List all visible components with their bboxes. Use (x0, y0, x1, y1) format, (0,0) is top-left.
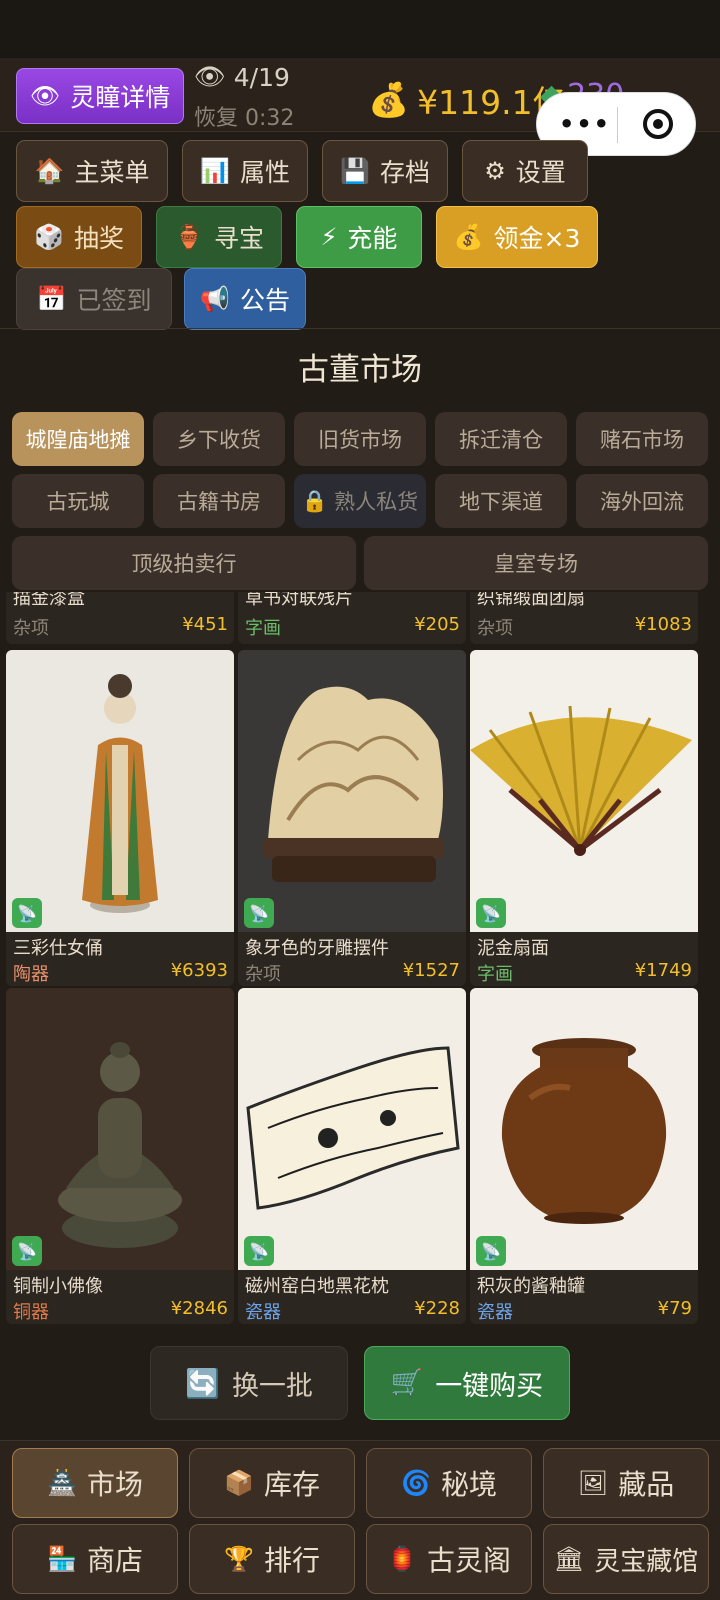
item-card[interactable]: 📡 泥金扇面 字画 ¥1749 (470, 650, 698, 986)
divider (0, 328, 720, 329)
chart-icon: 📊 (200, 157, 230, 185)
close-record-icon[interactable] (643, 109, 673, 139)
refresh-button[interactable]: 🔄 换一批 (150, 1346, 348, 1420)
list-item[interactable]: 描金漆盒 杂项 ¥451 (6, 592, 234, 644)
tab-market-5[interactable]: 古玩城 (12, 474, 144, 528)
tab-market-0[interactable]: 城隍庙地摊 (12, 412, 144, 466)
page-title: 古董市场 (298, 352, 422, 388)
item-card[interactable]: 📡 三彩仕女俑 陶器 ¥6393 (6, 650, 234, 986)
realm-icon: 🌀 (401, 1469, 431, 1497)
tab-market-9[interactable]: 海外回流 (576, 474, 708, 528)
main-menu-button[interactable]: 🏠 主菜单 (16, 140, 168, 202)
moneybag-icon: 💰 (453, 223, 484, 251)
tab-market-4[interactable]: 赌石市场 (576, 412, 708, 466)
dice-icon: 🎲 (34, 223, 64, 251)
announcement-button[interactable]: 📢 公告 (184, 268, 306, 330)
tab-market-10[interactable]: 顶级拍卖行 (12, 536, 356, 590)
claim-gold-button[interactable]: 💰 领金×3 (436, 206, 598, 268)
satellite-icon: 📡 (244, 1236, 274, 1266)
tomb-figurine-image (6, 650, 234, 932)
museum-icon: 🏛 (553, 1545, 585, 1573)
bronze-buddha-image (6, 988, 234, 1270)
tab-market-3[interactable]: 拆迁清仓 (435, 412, 567, 466)
nav-market[interactable]: 🏯 市场 (12, 1448, 178, 1518)
floppy-icon: 💾 (340, 157, 370, 185)
ivory-carving-image (238, 650, 466, 932)
eye-details-label: 灵瞳详情 (70, 83, 171, 112)
signed-in-button[interactable]: 📅 已签到 (16, 268, 172, 330)
satellite-icon: 📡 (12, 898, 42, 928)
moneybag-icon: 💰 (368, 80, 410, 119)
tab-market-6[interactable]: 古籍书房 (153, 474, 285, 528)
house-icon: 🏠 (34, 157, 65, 185)
cizhou-pillow-image (238, 988, 466, 1270)
settings-button[interactable]: ⚙ 设置 (462, 140, 588, 202)
eye-details-button[interactable]: 👁 灵瞳详情 (16, 68, 184, 124)
nav-collection[interactable]: 🖼 藏品 (543, 1448, 709, 1518)
tab-market-1[interactable]: 乡下收货 (153, 412, 285, 466)
buy-all-button[interactable]: 🛒 一键购买 (364, 1346, 570, 1420)
tab-market-7[interactable]: 🔒 熟人私货 (294, 474, 426, 528)
calendar-icon: 📅 (36, 285, 67, 313)
item-card[interactable]: 📡 象牙色的牙雕摆件 杂项 ¥1527 (238, 650, 466, 986)
eye-count: 👁 4/19 (194, 62, 290, 92)
nav-ranking[interactable]: 🏆 排行 (189, 1524, 355, 1594)
item-card[interactable]: 📡 积灰的酱釉罐 瓷器 ¥79 (470, 988, 698, 1324)
tab-market-2[interactable]: 旧货市场 (294, 412, 426, 466)
satellite-icon: 📡 (244, 898, 274, 928)
market-icon: 🏯 (47, 1469, 77, 1497)
more-icon[interactable]: ••• (559, 110, 611, 138)
recharge-button[interactable]: ⚡ 充能 (296, 206, 422, 268)
capsule-divider (617, 107, 618, 143)
list-item[interactable]: 织锦缎面团扇 杂项 ¥1083 (470, 592, 698, 644)
satellite-icon: 📡 (12, 1236, 42, 1266)
megaphone-icon: 📢 (200, 285, 230, 313)
status-bar (0, 0, 720, 58)
gear-icon: ⚙ (484, 157, 506, 185)
pavilion-icon: 🏮 (387, 1545, 417, 1573)
lock-icon: 🔒 (301, 488, 329, 513)
refresh-icon: 🔄 (185, 1366, 220, 1400)
eye-icon: 👁 (29, 82, 61, 110)
nav-shop[interactable]: 🏪 商店 (12, 1524, 178, 1594)
list-item[interactable]: 草书对联残片 字画 ¥205 (238, 592, 466, 644)
shop-icon: 🏪 (47, 1545, 77, 1573)
ranking-icon: 🏆 (224, 1545, 254, 1573)
cart-icon: 🛒 (390, 1368, 424, 1398)
nav-inventory[interactable]: 📦 库存 (189, 1448, 355, 1518)
treasure-hunt-button[interactable]: 🏺 寻宝 (156, 206, 282, 268)
recover-timer: 恢复 0:32 (194, 106, 295, 131)
brown-glaze-jar-image (470, 988, 698, 1270)
nav-secret-realm[interactable]: 🌀 秘境 (366, 1448, 532, 1518)
item-card[interactable]: 📡 磁州窑白地黑花枕 瓷器 ¥228 (238, 988, 466, 1324)
nav-gulingge[interactable]: 🏮 古灵阁 (366, 1524, 532, 1594)
item-card[interactable]: 📡 铜制小佛像 铜器 ¥2846 (6, 988, 234, 1324)
attributes-button[interactable]: 📊 属性 (182, 140, 308, 202)
satellite-icon: 📡 (476, 898, 506, 928)
collection-icon: 🖼 (577, 1469, 609, 1497)
tab-market-11[interactable]: 皇室专场 (364, 536, 708, 590)
tab-market-8[interactable]: 地下渠道 (435, 474, 567, 528)
lightning-icon: ⚡ (320, 223, 338, 251)
vase-icon: 🏺 (174, 223, 204, 251)
nav-treasure-museum[interactable]: 🏛 灵宝藏馆 (543, 1524, 709, 1594)
gold-fan-image (470, 650, 698, 932)
eye-icon: 👁 (194, 62, 226, 91)
save-button[interactable]: 💾 存档 (322, 140, 448, 202)
lottery-button[interactable]: 🎲 抽奖 (16, 206, 142, 268)
inventory-icon: 📦 (224, 1469, 254, 1497)
satellite-icon: 📡 (476, 1236, 506, 1266)
